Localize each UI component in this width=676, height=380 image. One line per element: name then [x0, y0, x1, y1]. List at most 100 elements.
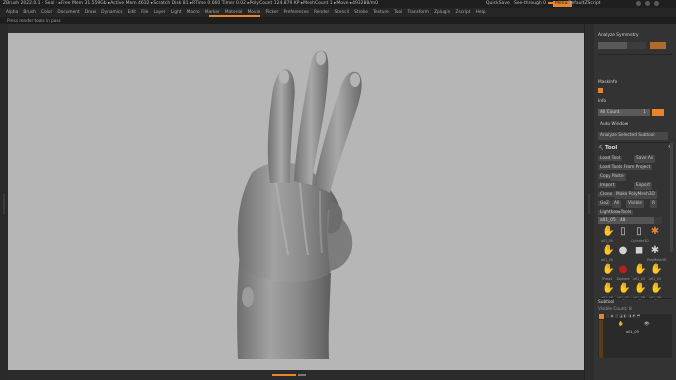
default-zscript-button[interactable]: DefaultZScript — [568, 0, 601, 8]
load-tools-project-label: Load Tools From Project — [598, 165, 653, 170]
subtool-name: a01_05 — [626, 330, 639, 334]
canvas-viewport[interactable] — [8, 33, 584, 370]
tool-thumb[interactable]: ✱ PolyMesh3D — [647, 243, 666, 262]
load-save-row: Load Tool Save As — [598, 155, 672, 163]
menu-item-transform[interactable]: Transform — [408, 8, 429, 17]
menu-item-zplugin[interactable]: Zplugin — [434, 8, 450, 17]
menu-item-stroke[interactable]: Stroke — [354, 8, 368, 17]
timeline-handle-secondary[interactable] — [298, 374, 306, 376]
main-menu-bar: Alpha Brush Color Document Draw Dynamics Edit F… — [0, 8, 676, 17]
menu-item-stencil[interactable]: Stencil — [334, 8, 349, 17]
subtool-column-icons: ▢ ▣ ◫ ◪ ◧ ◨ ◩ ⬒ — [606, 314, 641, 318]
menu-item-help[interactable]: Help — [476, 8, 486, 17]
menu-item-preferences[interactable]: Preferences — [283, 8, 308, 17]
star-icon: ✱ — [650, 226, 660, 237]
symmetry-slider[interactable] — [598, 42, 646, 49]
analyze-selected-button[interactable]: Analyze Selected Subtool — [598, 132, 668, 140]
tool-thumb[interactable]: ✱ — [647, 224, 663, 243]
menu-item-zscript[interactable]: Zscript — [456, 8, 471, 17]
right-shelf-grip[interactable] — [588, 194, 590, 214]
tool-thumb[interactable]: ✋ a01_05 — [599, 243, 615, 262]
menu-item-texture[interactable]: Texture — [373, 8, 389, 17]
menu-item-picker[interactable]: Picker — [265, 8, 278, 17]
tool-thumb[interactable]: ✋ a01_03 — [631, 262, 647, 281]
export-button[interactable]: Export — [634, 182, 653, 190]
tool-thumb[interactable]: ✋ a01_04 — [647, 262, 663, 281]
current-tool-name: a01_05 — [600, 218, 616, 223]
analyze-symmetry-label[interactable]: Analyze Symmetry — [598, 32, 672, 40]
tool-thumb[interactable]: ✋ TPose1 — [599, 262, 615, 281]
title-bar: ZBrush 2022.0.1 · Seal · ▸Free Mem 31.55… — [0, 0, 676, 8]
index-nail — [279, 70, 289, 84]
close-icon[interactable] — [654, 1, 659, 6]
save-as-button[interactable]: Save As — [634, 155, 656, 163]
lightbox-tools-label: Lightbox▸Tools — [598, 210, 634, 215]
mask-info-label[interactable]: MaskInfo — [598, 79, 672, 87]
hand-model[interactable] — [8, 33, 584, 370]
make-polymesh-button[interactable]: Make PolyMesh3D — [614, 191, 657, 199]
menu-item-edit[interactable]: Edit — [128, 8, 136, 17]
tool-thumb[interactable]: ● Zsphere — [615, 262, 631, 281]
tool-pin-icon[interactable]: ⛏ — [598, 146, 603, 151]
auto-window-button[interactable]: Auto Window — [600, 121, 672, 129]
goz-r-button[interactable]: R — [650, 200, 657, 208]
goz-all-button[interactable]: All — [612, 200, 622, 208]
menu-item-file[interactable]: File — [141, 8, 148, 17]
window-controls — [636, 1, 659, 6]
tool-title: Tool — [604, 145, 618, 151]
subtool-eye-icon[interactable]: 👁 — [644, 322, 650, 327]
timeline-handle[interactable] — [272, 374, 296, 376]
hand-icon: ✋ — [602, 245, 615, 256]
tool-thumb[interactable]: ▯ — [615, 224, 631, 243]
menu-item-brush[interactable]: Brush — [23, 8, 35, 17]
quicksave-button[interactable]: QuickSave — [486, 0, 510, 8]
subtool-list[interactable]: ▢ ▣ ◫ ◪ ◧ ◨ ◩ ⬒ ✋ 👁 a01_05 — [598, 314, 672, 358]
hand-icon: ✋ — [634, 264, 647, 275]
see-through-label: See-through 0 — [514, 1, 546, 6]
tool-thumb[interactable]: ● — [615, 243, 631, 262]
menu-item-light[interactable]: Light — [171, 8, 182, 17]
all-count-toggle[interactable] — [652, 109, 664, 116]
left-shelf-grip[interactable] — [3, 194, 5, 214]
import-button[interactable]: Import — [598, 183, 617, 188]
left-shelf[interactable] — [0, 24, 8, 380]
tool-thumb[interactable]: ◼ — [631, 243, 647, 262]
menu-item-draw[interactable]: Draw — [85, 8, 96, 17]
right-shelf[interactable] — [584, 24, 594, 380]
subtool-active-marker — [599, 314, 604, 319]
clone-button[interactable]: Clone — [598, 192, 615, 197]
menu-item-layer[interactable]: Layer — [154, 8, 166, 17]
minimize-icon[interactable] — [636, 1, 641, 6]
maximize-icon[interactable] — [645, 1, 650, 6]
menu-item-alpha[interactable]: Alpha — [6, 8, 18, 17]
symmetry-button[interactable] — [650, 42, 666, 49]
subtool-hand-icon[interactable]: ✋ — [618, 322, 624, 327]
hand-icon: ✋ — [602, 283, 615, 294]
hand-icon: ✋ — [602, 264, 615, 275]
menu-item-document[interactable]: Document — [57, 8, 79, 17]
menu-item-color[interactable]: Color — [41, 8, 52, 17]
tool-header[interactable]: ⛏ Tool ⚙ — [598, 144, 672, 152]
lightbox-tools-button[interactable]: Lightbox▸Tools — [598, 209, 672, 217]
mask-indicator[interactable] — [598, 88, 603, 93]
current-tool-slider[interactable]: a01_05 48 — [598, 217, 662, 224]
menu-item-render[interactable]: Render — [314, 8, 329, 17]
goz-visible-button[interactable]: Visible — [626, 200, 645, 208]
visible-count: Visible Count: 8 — [598, 307, 632, 312]
hand-icon: ✋ — [650, 283, 663, 294]
palette-scrollbar[interactable] — [670, 142, 673, 252]
load-tool-button[interactable]: Load Tool — [598, 156, 623, 161]
menu-item-macro[interactable]: Macro — [187, 8, 200, 17]
all-count-slider[interactable]: All Count 1 — [598, 109, 650, 116]
menu-item-tool[interactable]: Tool — [394, 8, 402, 17]
paste-button[interactable]: Paste — [610, 173, 626, 181]
load-tools-project-button[interactable]: Load Tools From Project — [598, 164, 672, 172]
sphere-icon: ● — [618, 245, 628, 256]
info-label[interactable]: Info — [598, 98, 672, 106]
goz-button[interactable]: GoZ — [598, 201, 611, 206]
tool-thumb[interactable]: ▯ Cylinder3D — [631, 224, 649, 243]
tool-thumb[interactable]: ✋ a01_05 — [599, 224, 615, 243]
clone-row: Clone Make PolyMesh3D — [598, 191, 672, 199]
info-bar: Press render tools in pass — [0, 17, 676, 24]
menu-item-dynamics[interactable]: Dynamics — [101, 8, 122, 17]
